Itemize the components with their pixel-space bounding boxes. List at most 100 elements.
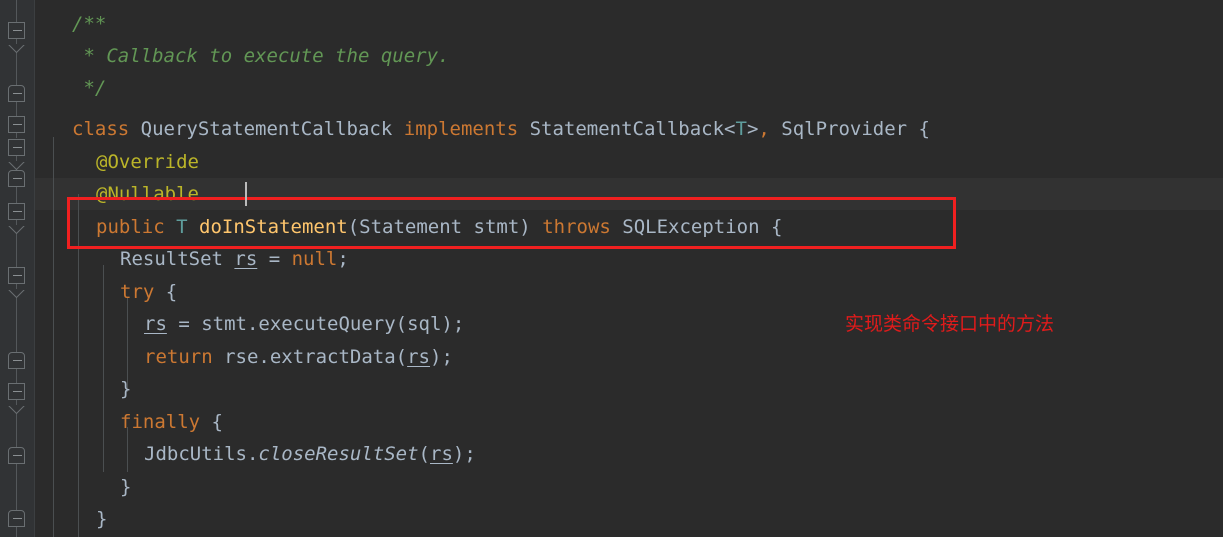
fold-region-marker[interactable] xyxy=(0,510,34,536)
line-close-result-set[interactable]: JdbcUtils.closeResultSet(rs); xyxy=(144,438,476,470)
code-token: @Nullable xyxy=(96,183,199,205)
code-token: try xyxy=(120,281,155,303)
fold-minus-icon xyxy=(13,455,22,456)
code-token: } xyxy=(96,508,108,530)
fold-region-marker[interactable] xyxy=(0,85,34,111)
fold-arrow-tip-icon xyxy=(7,399,26,418)
fold-region-marker[interactable] xyxy=(0,22,34,54)
red-chinese-note: 实现类命令接口中的方法 xyxy=(845,313,1055,335)
code-token: { xyxy=(154,281,178,303)
line-try-close[interactable]: } xyxy=(120,373,131,405)
text-caret xyxy=(245,182,247,206)
fold-arrow-tip-icon xyxy=(7,219,26,238)
fold-minus-icon xyxy=(13,147,22,148)
line-resultset-declaration[interactable]: ResultSet rs = null; xyxy=(120,243,349,275)
code-token: /** xyxy=(72,13,107,35)
fold-square-icon[interactable] xyxy=(8,170,25,187)
code-token: public xyxy=(96,216,165,238)
code-folding-gutter[interactable] xyxy=(0,0,35,537)
line-javadoc-open[interactable]: /** xyxy=(72,8,106,40)
code-token: return xyxy=(144,346,213,368)
fold-square-icon[interactable] xyxy=(8,447,25,464)
line-method-signature[interactable]: public T doInStatement(Statement stmt) t… xyxy=(96,211,782,243)
line-return-extract-data[interactable]: return rse.extractData(rs); xyxy=(144,341,453,373)
fold-region-marker[interactable] xyxy=(0,139,34,171)
fold-region-marker[interactable] xyxy=(0,447,34,473)
fold-minus-icon xyxy=(13,391,22,392)
code-token: class xyxy=(72,118,130,140)
line-annotation-nullable[interactable]: @Nullable xyxy=(96,178,199,210)
fold-arrow-icon[interactable] xyxy=(8,22,25,39)
fold-region-marker[interactable] xyxy=(0,170,34,196)
code-token: rs xyxy=(234,248,258,270)
fold-minus-icon xyxy=(13,360,22,361)
fold-minus-icon xyxy=(13,93,22,94)
code-token: ( xyxy=(418,443,430,465)
fold-arrow-icon[interactable] xyxy=(8,116,25,133)
code-token: { xyxy=(200,411,223,433)
line-finally-open[interactable]: finally { xyxy=(120,406,223,438)
code-token: ); xyxy=(452,443,476,465)
code-token: rs xyxy=(407,346,430,368)
line-finally-close[interactable]: } xyxy=(120,471,131,503)
code-token: */ xyxy=(72,77,107,99)
code-token: } xyxy=(120,378,132,400)
code-token: (Statement stmt) xyxy=(347,216,543,238)
fold-minus-icon xyxy=(13,211,22,212)
code-token: , xyxy=(758,118,770,140)
fold-square-icon[interactable] xyxy=(8,510,25,527)
code-token: > xyxy=(746,118,759,140)
code-token: rs xyxy=(430,443,453,465)
fold-region-marker[interactable] xyxy=(0,352,34,378)
fold-minus-icon xyxy=(13,275,22,276)
code-token: T xyxy=(735,118,747,140)
fold-arrow-tip-icon xyxy=(7,283,26,302)
code-editor[interactable]: /** * Callback to execute the query. */ c… xyxy=(0,0,1223,537)
fold-region-marker[interactable] xyxy=(0,203,34,235)
fold-minus-icon xyxy=(13,30,22,31)
code-token: null xyxy=(291,248,338,270)
code-token: SQLException { xyxy=(610,216,783,238)
fold-arrow-icon[interactable] xyxy=(8,139,25,156)
fold-arrow-icon[interactable] xyxy=(8,383,25,400)
line-method-close[interactable]: } xyxy=(96,503,107,535)
line-class-declaration[interactable]: class QueryStatementCallback implements … xyxy=(72,113,930,145)
code-token: StatementCallback< xyxy=(518,118,736,140)
code-token: ResultSet xyxy=(120,248,235,270)
line-execute-query[interactable]: rs = stmt.executeQuery(sql); xyxy=(144,308,464,340)
code-text-area[interactable]: /** * Callback to execute the query. */ c… xyxy=(34,0,1223,537)
code-token: finally xyxy=(120,411,201,433)
line-javadoc-text[interactable]: * Callback to execute the query. xyxy=(72,40,450,72)
code-token: closeResultSet xyxy=(258,443,419,465)
fold-square-icon[interactable] xyxy=(8,85,25,102)
code-token: ; xyxy=(337,248,349,270)
code-token: throws xyxy=(542,216,611,238)
fold-arrow-tip-icon xyxy=(7,38,26,57)
code-token: * Callback to execute the query. xyxy=(72,45,450,67)
fold-region-marker[interactable] xyxy=(0,383,34,415)
fold-minus-icon xyxy=(13,178,22,179)
code-token: rse.extractData( xyxy=(212,346,408,368)
fold-square-icon[interactable] xyxy=(8,352,25,369)
fold-minus-icon xyxy=(13,124,22,125)
code-token: doInStatement xyxy=(199,216,348,238)
fold-region-marker[interactable] xyxy=(0,267,34,299)
fold-minus-icon xyxy=(13,518,22,519)
code-token: } xyxy=(120,476,132,498)
code-token: QueryStatementCallback xyxy=(129,118,404,140)
line-annotation-override[interactable]: @Override xyxy=(96,146,199,178)
caret-line-highlight xyxy=(34,178,1223,210)
indent-guide-line xyxy=(103,265,104,472)
code-token: SqlProvider { xyxy=(769,118,930,140)
indent-guide-line xyxy=(78,194,79,537)
code-token: implements xyxy=(403,118,519,140)
fold-arrow-icon[interactable] xyxy=(8,203,25,220)
code-token: = xyxy=(257,248,292,270)
code-token: JdbcUtils. xyxy=(144,443,259,465)
code-token: T xyxy=(176,216,188,238)
line-try-open[interactable]: try { xyxy=(120,276,177,308)
code-token: rs xyxy=(144,313,167,335)
line-javadoc-close[interactable]: */ xyxy=(72,72,106,104)
fold-arrow-icon[interactable] xyxy=(8,267,25,284)
